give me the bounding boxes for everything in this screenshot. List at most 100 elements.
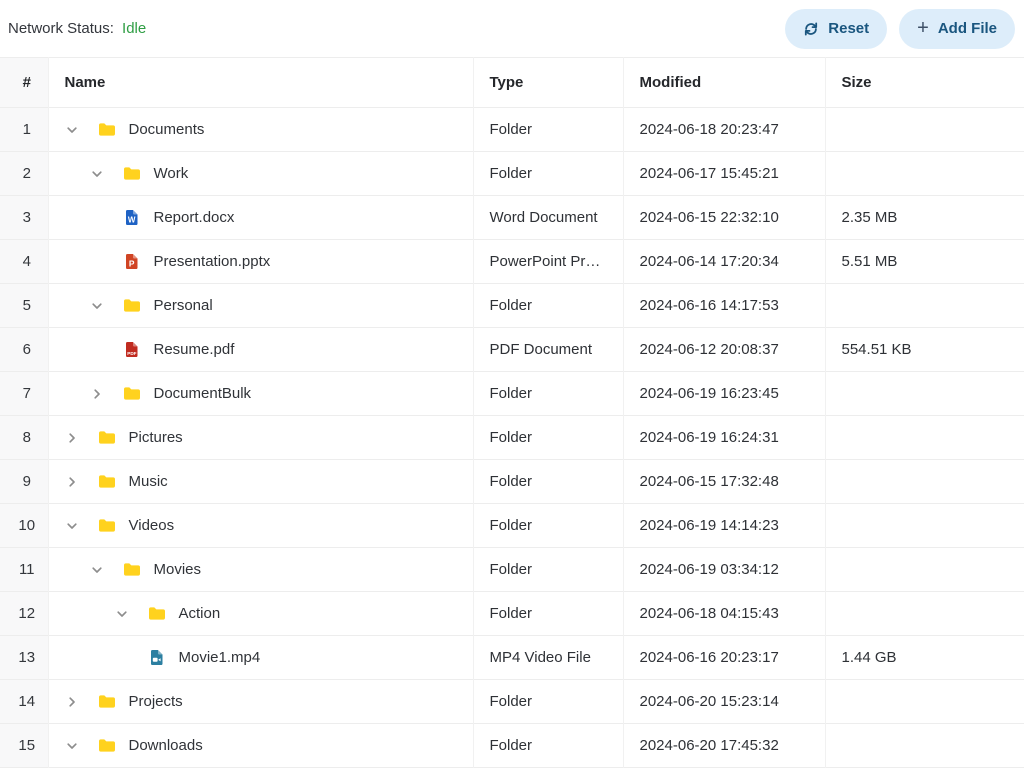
tree-indent	[65, 305, 90, 306]
name-cell: PDF Resume.pdf	[48, 328, 473, 372]
table-row[interactable]: 4 P Presentation.pptx PowerPoint Present…	[0, 240, 1024, 284]
chevron-right-icon[interactable]	[90, 387, 123, 401]
svg-text:PDF: PDF	[127, 351, 136, 356]
row-index: 9	[0, 460, 48, 504]
name-cell: Downloads	[48, 724, 473, 768]
modified-cell: 2024-06-19 03:34:12	[623, 548, 825, 592]
reset-button[interactable]: Reset	[785, 9, 887, 49]
plus-icon: +	[917, 18, 929, 38]
table-row[interactable]: 14 Projects Folder 2024-06-20 15:23:14	[0, 680, 1024, 724]
tree-node: Personal	[65, 297, 465, 314]
table-row[interactable]: 1 Documents Folder 2024-06-18 20:23:47	[0, 108, 1024, 152]
size-cell	[825, 680, 1024, 724]
file-name-label: Work	[154, 165, 189, 182]
file-name-label: Presentation.pptx	[154, 253, 271, 270]
name-cell: P Presentation.pptx	[48, 240, 473, 284]
chevron-down-icon[interactable]	[90, 167, 123, 181]
tree-node: Work	[65, 165, 465, 182]
tree-node: DocumentBulk	[65, 385, 465, 402]
size-cell	[825, 724, 1024, 768]
powerpoint-file-icon: P	[123, 253, 141, 270]
file-manager-app: Network Status: Idle Reset + Add File	[0, 0, 1024, 768]
tree-node: P Presentation.pptx	[65, 253, 465, 270]
add-file-button[interactable]: + Add File	[899, 9, 1015, 49]
type-cell: Folder	[473, 152, 623, 196]
toolbar-actions: Reset + Add File	[785, 9, 1015, 49]
folder-icon	[98, 430, 116, 445]
folder-icon	[123, 298, 141, 313]
type-cell: PowerPoint Presentation	[473, 240, 623, 284]
network-status-value: Idle	[122, 20, 146, 37]
table-row[interactable]: 5 Personal Folder 2024-06-16 14:17:53	[0, 284, 1024, 328]
tree-indent	[65, 349, 90, 350]
size-cell	[825, 504, 1024, 548]
table-row[interactable]: 3 W Report.docx Word Document 2024-06-15…	[0, 196, 1024, 240]
table-row[interactable]: 12 Action Folder 2024-06-18 04:15:43	[0, 592, 1024, 636]
table-row[interactable]: 13 Movie1.mp4 MP4 Video File 2024-06-16 …	[0, 636, 1024, 680]
tree-node: Movie1.mp4	[65, 649, 465, 666]
table-row[interactable]: 10 Videos Folder 2024-06-19 14:14:23	[0, 504, 1024, 548]
table-row[interactable]: 7 DocumentBulk Folder 2024-06-19 16:23:4…	[0, 372, 1024, 416]
modified-cell: 2024-06-16 20:23:17	[623, 636, 825, 680]
column-header-name: Name	[48, 58, 473, 108]
chevron-down-icon[interactable]	[65, 519, 98, 533]
file-name-label: DocumentBulk	[154, 385, 252, 402]
modified-cell: 2024-06-19 14:14:23	[623, 504, 825, 548]
file-name-label: Personal	[154, 297, 213, 314]
chevron-down-icon[interactable]	[115, 607, 148, 621]
chevron-down-icon[interactable]	[90, 299, 123, 313]
name-cell: Work	[48, 152, 473, 196]
file-name-label: Music	[129, 473, 168, 490]
table-header-row: # Name Type Modified Size	[0, 58, 1024, 108]
file-name-label: Projects	[129, 693, 183, 710]
chevron-right-icon[interactable]	[65, 475, 98, 489]
chevron-down-icon[interactable]	[90, 563, 123, 577]
chevron-right-icon[interactable]	[65, 695, 98, 709]
row-index: 10	[0, 504, 48, 548]
row-index: 15	[0, 724, 48, 768]
tree-indent	[65, 173, 90, 174]
folder-icon	[123, 166, 141, 181]
modified-cell: 2024-06-16 14:17:53	[623, 284, 825, 328]
table-row[interactable]: 15 Downloads Folder 2024-06-20 17:45:32	[0, 724, 1024, 768]
modified-cell: 2024-06-19 16:24:31	[623, 416, 825, 460]
tree-node: Videos	[65, 517, 465, 534]
chevron-down-icon[interactable]	[65, 739, 98, 753]
row-index: 3	[0, 196, 48, 240]
modified-cell: 2024-06-17 15:45:21	[623, 152, 825, 196]
name-cell: Action	[48, 592, 473, 636]
table-row[interactable]: 2 Work Folder 2024-06-17 15:45:21	[0, 152, 1024, 196]
tree-node: W Report.docx	[65, 209, 465, 226]
network-status: Network Status: Idle	[8, 20, 146, 37]
name-cell: Videos	[48, 504, 473, 548]
row-index: 14	[0, 680, 48, 724]
reset-button-label: Reset	[828, 21, 869, 36]
size-cell	[825, 460, 1024, 504]
size-cell: 554.51 KB	[825, 328, 1024, 372]
tree-node: Downloads	[65, 737, 465, 754]
column-header-type: Type	[473, 58, 623, 108]
type-cell: PDF Document	[473, 328, 623, 372]
file-name-label: Documents	[129, 121, 205, 138]
tree-node: Music	[65, 473, 465, 490]
name-cell: Documents	[48, 108, 473, 152]
name-cell: Movie1.mp4	[48, 636, 473, 680]
size-cell	[825, 284, 1024, 328]
folder-icon	[123, 562, 141, 577]
file-name-label: Resume.pdf	[154, 341, 235, 358]
table-row[interactable]: 6 PDF Resume.pdf PDF Document 2024-06-12…	[0, 328, 1024, 372]
table-row[interactable]: 8 Pictures Folder 2024-06-19 16:24:31	[0, 416, 1024, 460]
chevron-down-icon[interactable]	[65, 123, 98, 137]
chevron-right-icon[interactable]	[65, 431, 98, 445]
column-header-size: Size	[825, 58, 1024, 108]
column-header-index: #	[0, 58, 48, 108]
size-cell: 2.35 MB	[825, 196, 1024, 240]
folder-icon	[123, 386, 141, 401]
row-index: 4	[0, 240, 48, 284]
table-row[interactable]: 9 Music Folder 2024-06-15 17:32:48	[0, 460, 1024, 504]
tree-indent	[65, 217, 90, 218]
table-row[interactable]: 11 Movies Folder 2024-06-19 03:34:12	[0, 548, 1024, 592]
modified-cell: 2024-06-12 20:08:37	[623, 328, 825, 372]
row-index: 8	[0, 416, 48, 460]
modified-cell: 2024-06-18 04:15:43	[623, 592, 825, 636]
